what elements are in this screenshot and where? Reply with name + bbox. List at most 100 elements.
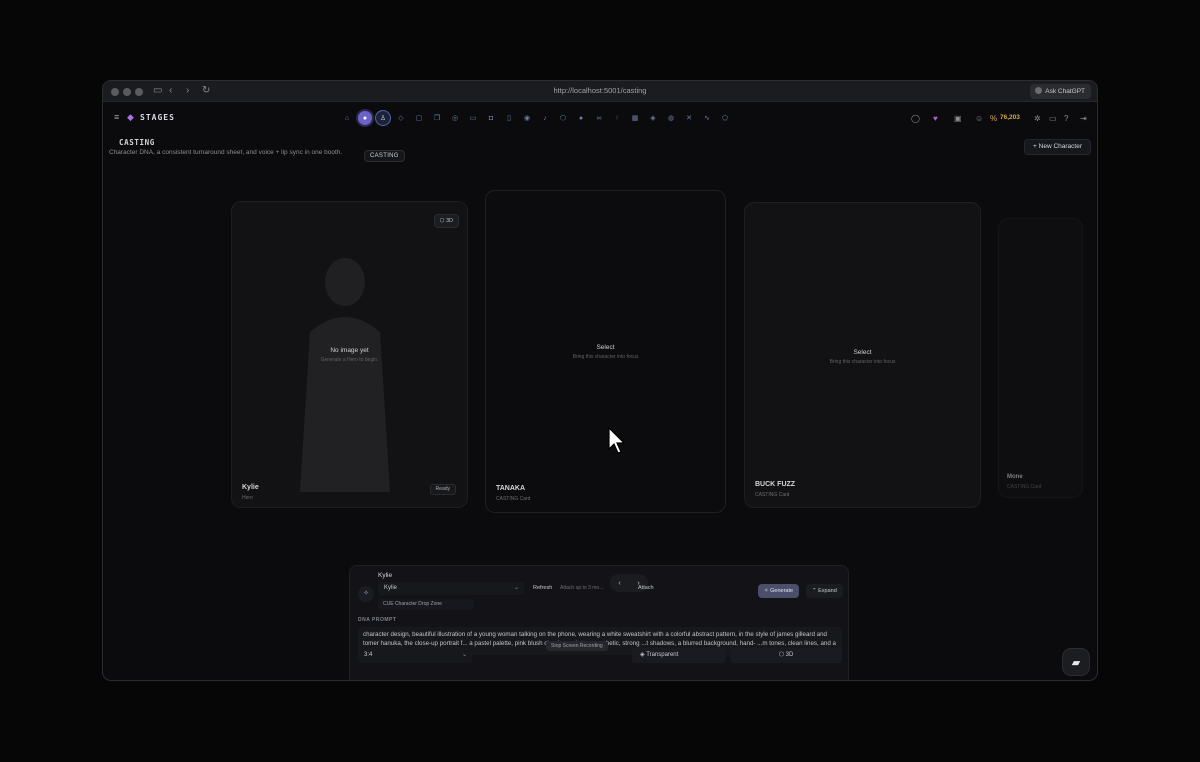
- character-name: Kylie: [242, 484, 259, 491]
- character-select-value: Kylie: [384, 585, 398, 591]
- chevron-down-icon: ⌄: [513, 585, 519, 591]
- prev-arrow-icon[interactable]: ‹: [618, 580, 620, 587]
- chatgpt-icon: [1035, 87, 1043, 94]
- bulb-icon[interactable]: ᵎ: [610, 111, 624, 125]
- sun-icon[interactable]: ✲: [1034, 114, 1041, 123]
- character-name: BUCK FUZZ: [755, 481, 796, 488]
- module-nav: ⌂ ● ♙ ◇ ▢ ❐ ◎ ▭ ◘ ▯ ◉ ♪ ⬡ ● ∞ ᵎ ▦ ◈ ◍ ✕: [340, 111, 732, 125]
- wand-icon[interactable]: ✧: [358, 586, 374, 602]
- refresh-button[interactable]: Refresh: [533, 585, 552, 591]
- credits-icon: %: [990, 114, 998, 123]
- select-state: Select Bring this character into focus: [486, 344, 725, 360]
- character-role: CASTING Card: [755, 492, 790, 498]
- aspect-ratio-value: 3:4: [364, 652, 373, 658]
- 3d-toggle[interactable]: ⬡ 3D: [730, 648, 842, 663]
- chat-icon[interactable]: ▢: [412, 111, 426, 125]
- link-icon[interactable]: ∞: [592, 111, 606, 125]
- character-role: Hero: [242, 495, 253, 501]
- dna-panel: ✧ Kylie Kylie ⌄ Refresh Attach up to 3 mo…: [349, 565, 849, 680]
- character-silhouette: [300, 258, 390, 492]
- planet-icon[interactable]: ●: [358, 111, 372, 125]
- character-name: Mone: [1007, 474, 1023, 480]
- credits-balance: 76,203: [1000, 114, 1020, 121]
- character-card-kylie[interactable]: ⬡ 3D No image yet Generate a Hero to beg…: [231, 201, 468, 508]
- music-icon[interactable]: ♪: [538, 111, 552, 125]
- character-card-buck-fuzz[interactable]: Select Bring this character into focus B…: [744, 202, 981, 508]
- attach-button[interactable]: Attach: [638, 585, 654, 591]
- character-role: CASTING Card: [496, 496, 531, 502]
- help-icon[interactable]: ?: [1064, 114, 1068, 123]
- menu-icon[interactable]: ≡: [114, 112, 119, 122]
- phone-icon[interactable]: ▯: [502, 111, 516, 125]
- heart-icon[interactable]: ♥: [933, 114, 938, 123]
- select-subtitle: Bring this character into focus: [572, 354, 639, 360]
- ask-chatgpt-button[interactable]: Ask ChatGPT: [1030, 84, 1091, 99]
- cube-icon: ⬡: [778, 652, 786, 658]
- 3d-toggle-label: 3D: [785, 652, 794, 658]
- 3d-badge-label: 3D: [445, 218, 453, 224]
- account-icon[interactable]: ◯: [911, 114, 920, 123]
- folder-add-icon[interactable]: ▣: [954, 114, 962, 123]
- gallery-icon[interactable]: ❐: [430, 111, 444, 125]
- mouse-cursor-icon: [608, 427, 626, 454]
- generate-button[interactable]: ✧ Generate: [758, 584, 800, 598]
- logout-icon[interactable]: ⇥: [1080, 114, 1087, 123]
- panel-character-label: Kylie: [378, 572, 393, 579]
- box-icon[interactable]: ⬡: [556, 111, 570, 125]
- status-badge: Ready: [429, 484, 456, 495]
- expand-label: Expand: [818, 588, 837, 594]
- ask-chatgpt-label: Ask ChatGPT: [1045, 88, 1085, 95]
- globe-icon[interactable]: ◍: [664, 111, 678, 125]
- camera-icon[interactable]: ◘: [484, 111, 498, 125]
- 3d-badge[interactable]: ⬡ 3D: [433, 214, 459, 228]
- chat-bubble-icon: ▰: [1071, 657, 1081, 669]
- brand-name: STAGES: [140, 113, 175, 122]
- shield-icon[interactable]: ◈: [646, 111, 660, 125]
- character-card-mone[interactable]: Mone CASTING Card: [998, 218, 1083, 498]
- cube-icon[interactable]: ◇: [394, 111, 408, 125]
- dna-prompt-label: DNA PROMPT: [358, 617, 397, 623]
- wave-icon[interactable]: ∿: [700, 111, 714, 125]
- users-icon[interactable]: ☺: [975, 114, 983, 123]
- address-bar[interactable]: http://localhost:5001/casting: [103, 86, 1097, 95]
- browser-titlebar: ▭ ‹ › ↻ http://localhost:5001/casting As…: [103, 81, 1097, 102]
- generate-label: Generate: [770, 588, 794, 594]
- browser-window: ▭ ‹ › ↻ http://localhost:5001/casting As…: [102, 80, 1098, 681]
- empty-state: No image yet Generate a Hero to begin.: [232, 347, 467, 363]
- character-select[interactable]: Kylie ⌄: [378, 582, 524, 595]
- chat-bubble-button[interactable]: ▰: [1062, 648, 1090, 676]
- spark-icon[interactable]: ◎: [448, 111, 462, 125]
- stop-recording-button[interactable]: Stop Screen Recording: [546, 641, 608, 651]
- new-character-label: New Character: [1038, 143, 1082, 150]
- nav-tooltip: CASTING: [364, 150, 405, 162]
- grid-icon[interactable]: ✕: [682, 111, 696, 125]
- transparent-label: Transparent: [646, 652, 679, 658]
- chevron-down-icon: ⌄: [461, 652, 467, 658]
- orb-icon[interactable]: ●: [574, 111, 588, 125]
- page-subtitle: Character DNA, a consistent turnaround s…: [109, 149, 343, 156]
- eye-icon[interactable]: ◉: [520, 111, 534, 125]
- gift-icon[interactable]: ▦: [628, 111, 642, 125]
- expand-button[interactable]: ⌃ Expand: [806, 584, 843, 598]
- drop-zone[interactable]: CUE Character Drop Zone: [378, 599, 474, 610]
- select-title: Select: [596, 344, 615, 351]
- select-subtitle: Bring this character into focus: [829, 359, 896, 365]
- folder-icon[interactable]: ▭: [1049, 114, 1057, 123]
- character-role: CASTING Card: [1007, 484, 1042, 490]
- home-icon[interactable]: ⌂: [340, 111, 354, 125]
- character-name: TANAKA: [496, 485, 526, 492]
- character-card-tanaka[interactable]: Select Bring this character into focus T…: [485, 190, 726, 513]
- drop-zone-label: CUE Character Drop Zone: [383, 601, 442, 607]
- empty-title: No image yet: [330, 347, 369, 354]
- select-state: Select Bring this character into focus: [745, 349, 980, 365]
- transparent-toggle[interactable]: ◈ Transparent: [632, 648, 726, 663]
- aspect-ratio-select[interactable]: 3:4 ⌄: [358, 648, 472, 663]
- logo-icon: ◆: [127, 112, 134, 122]
- desktop-background: ▭ ‹ › ↻ http://localhost:5001/casting As…: [0, 0, 1200, 762]
- new-character-button[interactable]: + New Character: [1024, 139, 1091, 155]
- video-icon[interactable]: ▭: [466, 111, 480, 125]
- casting-icon[interactable]: ♙: [376, 111, 390, 125]
- badge-icon[interactable]: ⬠: [718, 111, 732, 125]
- empty-subtitle: Generate a Hero to begin.: [320, 357, 379, 363]
- attach-hint: Attach up to 3 mo...: [560, 585, 604, 591]
